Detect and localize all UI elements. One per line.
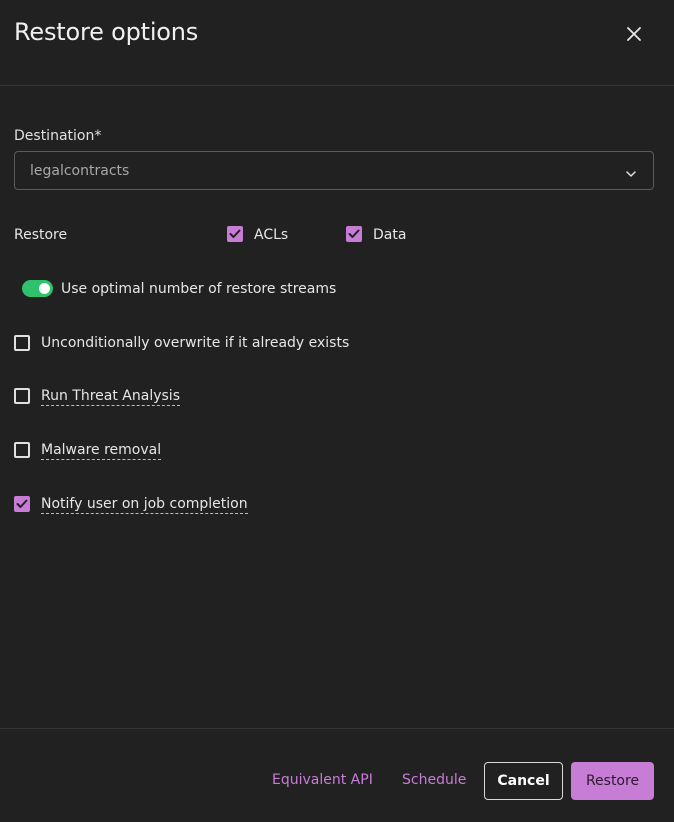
toggle-knob (39, 283, 50, 294)
destination-select[interactable]: legalcontracts (14, 151, 654, 190)
threat-analysis-checkbox[interactable] (14, 388, 30, 404)
data-label: Data (373, 227, 407, 243)
restore-button[interactable]: Restore (571, 762, 654, 800)
destination-label-text: Destination (14, 128, 95, 144)
dialog-title: Restore options (14, 18, 199, 46)
notify-label[interactable]: Notify user on job completion (41, 496, 248, 514)
destination-value: legalcontracts (30, 163, 130, 179)
restore-button-label: Restore (585, 773, 640, 789)
close-button[interactable] (620, 20, 648, 48)
threat-analysis-label[interactable]: Run Threat Analysis (41, 388, 180, 406)
malware-removal-label[interactable]: Malware removal (41, 442, 162, 460)
dialog-header: Restore options (0, 0, 674, 86)
acls-checkbox[interactable] (227, 226, 243, 242)
malware-removal-checkbox[interactable] (14, 442, 30, 458)
checkmark-icon (229, 229, 241, 238)
cancel-button[interactable]: Cancel (484, 762, 563, 800)
schedule-button[interactable]: Schedule (402, 772, 466, 788)
checkmark-icon (348, 229, 360, 238)
overwrite-checkbox[interactable] (14, 335, 30, 351)
equivalent-api-button[interactable]: Equivalent API (272, 772, 373, 788)
acls-label: ACLs (254, 227, 289, 243)
restore-label: Restore (14, 227, 68, 243)
data-checkbox[interactable] (346, 226, 362, 242)
required-mark: * (94, 128, 102, 144)
overwrite-label: Unconditionally overwrite if it already … (41, 335, 350, 351)
destination-label: Destination* (14, 128, 101, 144)
notify-checkbox[interactable] (14, 496, 30, 512)
chevron-down-icon (625, 165, 637, 184)
restore-streams-toggle[interactable] (22, 280, 53, 297)
checkmark-icon (16, 499, 28, 508)
cancel-button-label: Cancel (497, 773, 550, 789)
restore-streams-label: Use optimal number of restore streams (61, 281, 337, 297)
close-icon (627, 27, 641, 41)
